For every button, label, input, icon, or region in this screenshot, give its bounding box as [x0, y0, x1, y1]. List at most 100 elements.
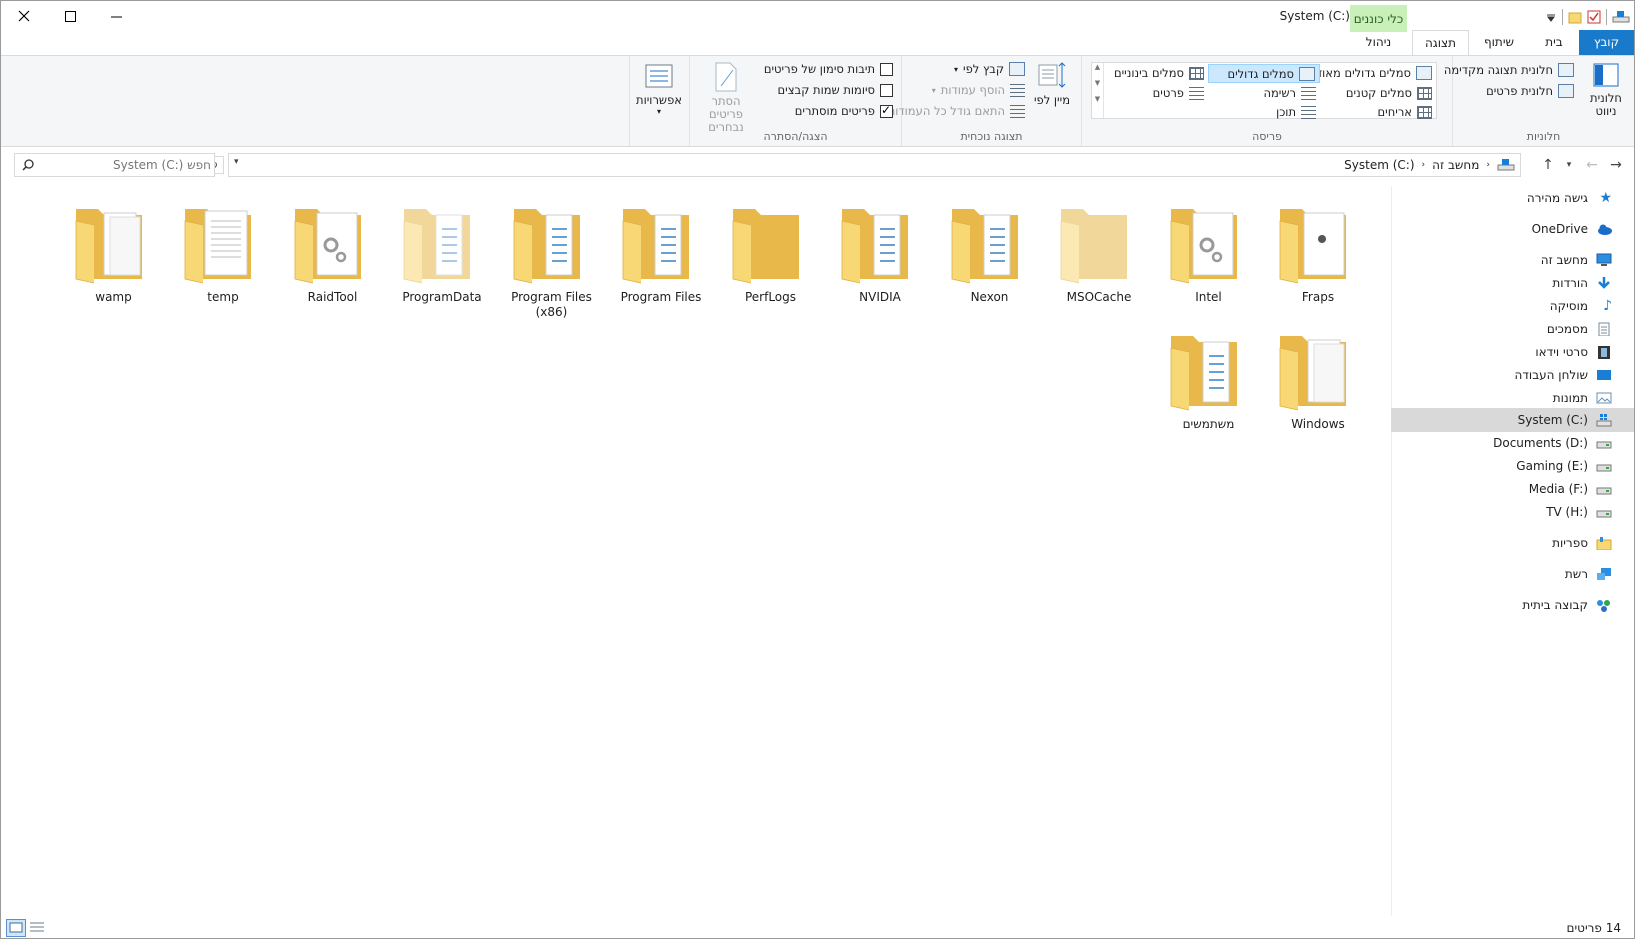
- properties-icon[interactable]: [1587, 10, 1601, 24]
- nav-item-pictures[interactable]: תמונות: [1391, 386, 1634, 410]
- nav-item-homegroup[interactable]: קבוצה ביתית: [1391, 593, 1634, 617]
- folder-item[interactable]: NVIDIA: [825, 191, 935, 321]
- folder-name: PerfLogs: [744, 290, 797, 304]
- hidden-items-toggle[interactable]: פריטים מוסתרים: [795, 103, 893, 118]
- preview-pane-label: חלונית תצוגה מקדימה: [1443, 63, 1553, 77]
- up-button[interactable]: ↑: [1538, 155, 1558, 175]
- item-checkboxes-toggle[interactable]: תיבות סימון של פריטים: [764, 62, 893, 76]
- nav-item-label: ספריות: [1552, 536, 1588, 550]
- layout-content[interactable]: תוכן: [1276, 105, 1316, 119]
- nav-item-downloads[interactable]: הורדות: [1391, 271, 1634, 295]
- recent-locations-button[interactable]: ▾: [1559, 155, 1579, 175]
- folder-item[interactable]: MSOCache: [1044, 191, 1154, 321]
- folder-item[interactable]: RaidTool: [278, 191, 388, 321]
- minimize-button[interactable]: [93, 1, 139, 31]
- breadcrumb-system-c[interactable]: System (C:): [1344, 158, 1414, 172]
- search-input[interactable]: [37, 158, 211, 172]
- nav-item-tv-h[interactable]: TV (H:): [1391, 500, 1634, 524]
- address-dropdown-icon[interactable]: ▾: [234, 157, 239, 167]
- customize-qat-icon[interactable]: [1545, 12, 1557, 22]
- nav-item-quick-access[interactable]: ★ גישה מהירה: [1391, 186, 1634, 210]
- tab-view[interactable]: תצוגה: [1412, 30, 1469, 56]
- size-columns-button[interactable]: התאם גודל כל העמודות: [888, 104, 1025, 118]
- nav-item-system-c[interactable]: System (C:): [1391, 408, 1634, 432]
- details-pane-button[interactable]: חלונית פרטים: [1486, 84, 1574, 98]
- back-button[interactable]: →: [1606, 155, 1626, 175]
- small-icons-icon: [1417, 86, 1432, 100]
- layout-details[interactable]: פרטים: [1153, 86, 1204, 100]
- star-icon: ★: [1599, 190, 1612, 206]
- group-by-button[interactable]: קבץ לפי ▾: [954, 62, 1025, 76]
- address-bar[interactable]: ‹ מחשב זה ‹ System (C:) ▾ ↻: [202, 153, 1521, 177]
- drive-icon: [1596, 441, 1612, 449]
- new-folder-icon[interactable]: [1568, 10, 1582, 24]
- add-columns-button[interactable]: הוסף עמודות ▾: [932, 83, 1025, 97]
- nav-item-music[interactable]: ♪ מוסיקה: [1391, 294, 1634, 318]
- medium-icons-icon: [1189, 66, 1204, 80]
- nav-item-documents-d[interactable]: Documents (D:): [1391, 431, 1634, 455]
- folder-name: RaidTool: [307, 290, 358, 304]
- file-list: Fraps Intel MSOCache Nexon NVIDIA PerfLogs Pro…: [21, 191, 1381, 911]
- close-button[interactable]: [1, 1, 47, 31]
- folder-item[interactable]: PerfLogs: [716, 191, 826, 321]
- layout-tiles[interactable]: אריחים: [1378, 105, 1432, 119]
- tab-share[interactable]: שיתוף: [1469, 30, 1529, 55]
- item-checkboxes-checkbox[interactable]: [880, 62, 893, 76]
- homegroup-icon: [1597, 600, 1610, 612]
- details-view-button[interactable]: [28, 919, 48, 937]
- navigation-pane-button[interactable]: חלונית ניווט: [1586, 61, 1626, 118]
- tab-home[interactable]: בית: [1529, 30, 1579, 55]
- nav-item-this-pc[interactable]: מחשב זה: [1391, 248, 1634, 272]
- nav-item-media-f[interactable]: Media (F:): [1391, 477, 1634, 501]
- nav-item-documents[interactable]: מסמכים: [1391, 317, 1634, 341]
- sort-by-button[interactable]: מיין לפי: [1033, 61, 1071, 107]
- folder-item[interactable]: Program Files: [606, 191, 716, 321]
- layout-gallery-scroll[interactable]: ▲ ▼ ▼: [1092, 63, 1104, 118]
- folder-item[interactable]: Fraps: [1263, 191, 1373, 321]
- folder-item[interactable]: Intel: [1154, 191, 1264, 321]
- layout-list[interactable]: רשימה: [1263, 86, 1316, 100]
- nav-item-libraries[interactable]: ספריות: [1391, 531, 1634, 555]
- maximize-button[interactable]: [47, 1, 93, 31]
- up-arrow-icon: ↑: [1542, 157, 1554, 173]
- layout-group: ▲ ▼ ▼ סמלים גדולים מאוד סמלים גדולים סמלים…: [1081, 56, 1452, 146]
- search-box[interactable]: [14, 153, 215, 177]
- preview-pane-button[interactable]: חלונית תצוגה מקדימה: [1444, 63, 1574, 77]
- nav-item-network[interactable]: רשת: [1391, 562, 1634, 586]
- folder-item[interactable]: Program Files (x86): [497, 191, 607, 321]
- nav-item-desktop[interactable]: שולחן העבודה: [1391, 363, 1634, 387]
- folder-item[interactable]: Nexon: [935, 191, 1045, 321]
- breadcrumb-this-pc[interactable]: מחשב זה: [1432, 158, 1479, 172]
- nav-item-videos[interactable]: סרטי וידאו: [1391, 340, 1634, 364]
- details-pane-icon: [1558, 84, 1574, 98]
- file-extensions-checkbox[interactable]: [880, 83, 893, 97]
- layout-extra-large-icons[interactable]: סמלים גדולים מאוד: [1316, 66, 1432, 80]
- folder-item[interactable]: Windows: [1263, 318, 1373, 448]
- file-extensions-toggle[interactable]: סיומות שמות קבצים: [778, 83, 893, 97]
- drive-app-icon: [1612, 11, 1630, 23]
- large-icons-view-button[interactable]: [6, 919, 26, 937]
- folder-item[interactable]: ProgramData: [387, 191, 497, 321]
- hidden-items-checkbox[interactable]: [880, 103, 893, 118]
- folder-item[interactable]: wamp: [59, 191, 169, 321]
- nav-item-label: Documents (D:): [1493, 436, 1588, 450]
- nav-item-label: שולחן העבודה: [1514, 368, 1588, 382]
- folder-name: wamp: [95, 290, 132, 304]
- hide-selected-button[interactable]: הסתר פריטים נבחרים: [695, 62, 757, 134]
- layout-large-icons[interactable]: סמלים גדולים: [1208, 64, 1320, 83]
- folder-icon: [1279, 209, 1346, 284]
- folder-item[interactable]: temp: [168, 191, 278, 321]
- nav-item-label: מוסיקה: [1549, 299, 1588, 313]
- forward-button[interactable]: ←: [1582, 155, 1602, 175]
- folder-item[interactable]: משתמשים: [1154, 318, 1264, 448]
- folder-name: Program Files: [620, 290, 702, 304]
- tab-file[interactable]: קובץ: [1579, 30, 1634, 55]
- video-icon: [1598, 346, 1610, 359]
- nav-item-gaming-e[interactable]: Gaming (E:): [1391, 454, 1634, 478]
- details-icon: [1189, 86, 1204, 100]
- nav-item-onedrive[interactable]: OneDrive: [1391, 217, 1634, 241]
- tab-manage[interactable]: ניהול: [1350, 30, 1407, 55]
- layout-medium-icons[interactable]: סמלים בינוניים: [1114, 66, 1204, 80]
- layout-small-icons[interactable]: סמלים קטנים: [1346, 86, 1432, 100]
- options-button[interactable]: אפשרויות ▾: [635, 62, 683, 116]
